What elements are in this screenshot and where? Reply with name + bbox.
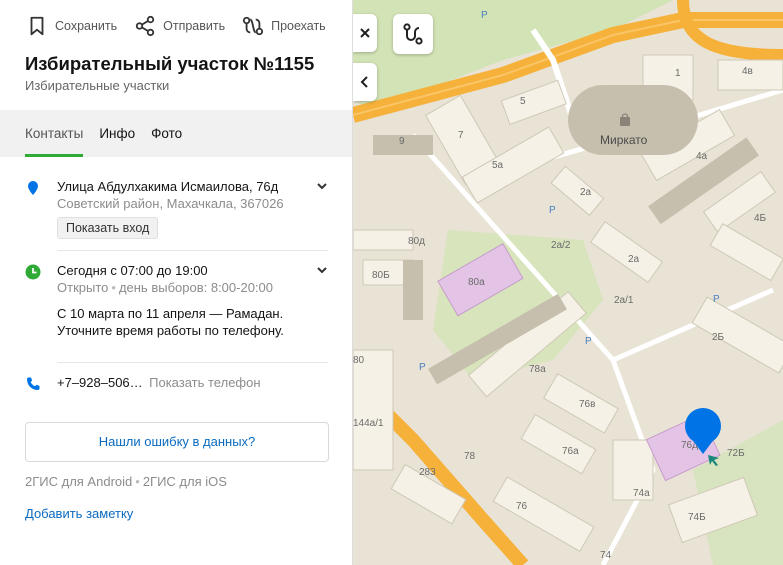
- map-label: 80а: [468, 277, 485, 288]
- bookmark-icon: [30, 16, 44, 36]
- page-title: Избирательный участок №1155: [25, 53, 315, 74]
- close-card-button[interactable]: [353, 14, 377, 52]
- map-label: 7: [458, 130, 464, 141]
- location-pin-icon: [28, 181, 38, 195]
- close-icon: [360, 28, 370, 38]
- map-label: 4а: [696, 151, 708, 162]
- route-button[interactable]: Проехать: [242, 14, 326, 38]
- add-note-link[interactable]: Добавить заметку: [25, 506, 133, 521]
- map-label: 5а: [492, 160, 504, 171]
- card-actions: Сохранить Отправить Проехать: [26, 14, 343, 38]
- map-poi-mirkato[interactable]: Миркато: [600, 133, 647, 147]
- map-label: 76в: [579, 399, 596, 410]
- route-icon: [243, 16, 264, 36]
- app-links: 2ГИС для Android • 2ГИС для iOS: [25, 474, 227, 489]
- map-label: 2а: [580, 187, 592, 198]
- address-district: Советский район, Махачкала, 367026: [57, 196, 284, 211]
- tab-bar: Контакты Инфо Фото: [0, 110, 352, 157]
- phone-icon: [27, 377, 40, 390]
- map-label: 283: [419, 467, 436, 478]
- phone-number[interactable]: +7‒928‒506…: [57, 375, 143, 390]
- schedule-note-2: Уточните время работы по телефону.: [57, 323, 284, 338]
- parking-label: Р: [481, 10, 488, 21]
- address-row: Улица Абдулхакима Исмаилова, 76д Советск…: [25, 178, 328, 240]
- map-canvas: [353, 0, 783, 565]
- shopping-bag-icon: [620, 113, 630, 126]
- map-label: 4Б: [754, 213, 767, 224]
- location-marker-icon[interactable]: [685, 408, 721, 456]
- divider: [57, 362, 328, 363]
- tab-contacts[interactable]: Контакты: [25, 110, 84, 157]
- map-label: 78: [464, 451, 476, 462]
- map-view[interactable]: 1 4в 5 7 9 5а Миркато 4а 2а 2а 2а/2 2а/1…: [353, 0, 783, 565]
- android-app-link[interactable]: 2ГИС для Android: [25, 474, 132, 489]
- map-label: 9: [399, 136, 405, 147]
- map-label: 1: [675, 68, 681, 79]
- address-body: Улица Абдулхакима Исмаилова, 76д Советск…: [57, 178, 328, 239]
- report-error-button[interactable]: Нашли ошибку в данных?: [25, 422, 329, 462]
- ios-app-link[interactable]: 2ГИС для iOS: [143, 474, 227, 489]
- map-label: 4в: [742, 66, 753, 77]
- schedule-body: Сегодня с 07:00 до 19:00 Открыто • день вы…: [57, 262, 328, 339]
- open-status: Открыто: [57, 280, 109, 295]
- schedule-today: Сегодня с 07:00 до 19:00: [57, 263, 208, 278]
- map-label: 80: [353, 355, 365, 366]
- map-label: 72Б: [727, 448, 745, 459]
- election-day-hours: день выборов: 8:00-20:00: [118, 280, 273, 295]
- map-label: 2а/1: [614, 295, 634, 306]
- share-label: Отправить: [163, 19, 226, 33]
- parking-label: Р: [585, 336, 592, 347]
- save-label: Сохранить: [55, 19, 118, 33]
- map-label: 144а/1: [353, 418, 384, 429]
- map-label: 2а: [628, 254, 640, 265]
- route-icon: [403, 23, 423, 45]
- tab-info[interactable]: Инфо: [99, 110, 135, 157]
- schedule-note-1: С 10 марта по 11 апреля — Рамадан.: [57, 306, 284, 321]
- map-label: 76а: [562, 446, 579, 457]
- parking-label: Р: [713, 294, 720, 305]
- clock-icon: [25, 264, 41, 280]
- phone-body: +7‒928‒506… Показать телефон: [57, 374, 328, 392]
- chevron-down-icon[interactable]: [316, 180, 328, 192]
- route-map-button[interactable]: [393, 14, 433, 54]
- map-label: 74: [600, 550, 612, 561]
- place-category[interactable]: Избирательные участки: [25, 78, 169, 93]
- phone-row: +7‒928‒506… Показать телефон: [25, 374, 328, 394]
- schedule-row: Сегодня с 07:00 до 19:00 Открыто • день вы…: [25, 262, 328, 354]
- map-label: 2Б: [712, 332, 725, 343]
- chevron-down-icon[interactable]: [316, 264, 328, 276]
- parking-label: Р: [549, 205, 556, 216]
- schedule-status: Открыто • день выборов: 8:00-20:00: [57, 280, 273, 295]
- map-label: 74Б: [688, 512, 706, 523]
- map-label: 76: [516, 501, 528, 512]
- save-button[interactable]: Сохранить: [26, 14, 117, 38]
- entrance-arrow-icon: [708, 455, 719, 466]
- parking-label: Р: [419, 362, 426, 373]
- divider: [57, 250, 328, 251]
- address-street[interactable]: Улица Абдулхакима Исмаилова, 76д: [57, 178, 328, 195]
- map-label: 2а/2: [551, 240, 571, 251]
- map-label: 78а: [529, 364, 546, 375]
- tab-photo[interactable]: Фото: [151, 110, 182, 157]
- show-entrance-button[interactable]: Показать вход: [57, 217, 159, 239]
- route-label: Проехать: [271, 19, 326, 33]
- map-label: 80Б: [372, 270, 390, 281]
- share-button[interactable]: Отправить: [134, 14, 225, 38]
- show-phone-link[interactable]: Показать телефон: [149, 375, 260, 390]
- chevron-left-icon: [360, 76, 368, 88]
- map-label: 74а: [633, 488, 650, 499]
- collapse-panel-button[interactable]: [353, 63, 377, 101]
- map-label: 5: [520, 96, 526, 107]
- place-card-panel: Сохранить Отправить Проехать Избирательн…: [0, 0, 353, 565]
- share-icon: [135, 15, 155, 37]
- map-label: 80д: [408, 236, 425, 247]
